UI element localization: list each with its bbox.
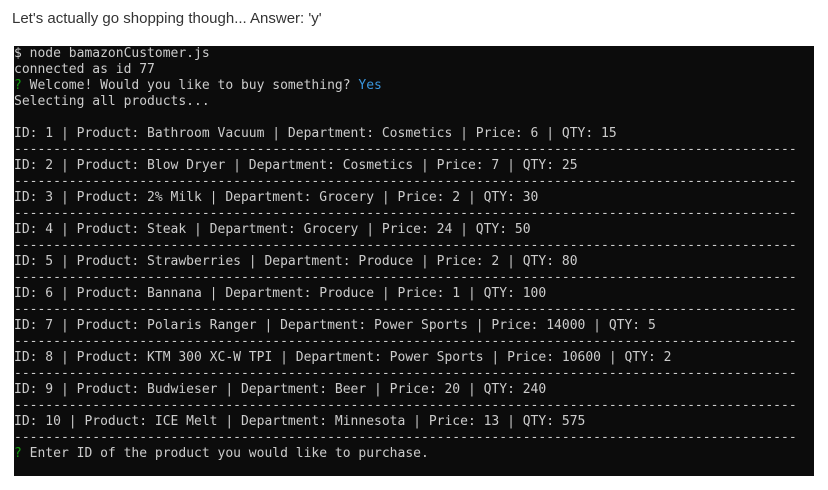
product-row: ID: 1 | Product: Bathroom Vacuum | Depar… <box>14 126 617 141</box>
product-row: ID: 2 | Product: Blow Dryer | Department… <box>14 158 578 173</box>
row-separator: ----------------------------------------… <box>14 398 797 413</box>
product-row: ID: 10 | Product: ICE Melt | Department:… <box>14 414 586 429</box>
welcome-question: Welcome! Would you like to buy something… <box>21 78 359 93</box>
row-separator: ----------------------------------------… <box>14 142 797 157</box>
row-separator: ----------------------------------------… <box>14 430 797 445</box>
product-row: ID: 8 | Product: KTM 300 XC-W TPI | Depa… <box>14 350 672 365</box>
product-row: ID: 9 | Product: Budwieser | Department:… <box>14 382 547 397</box>
prompt-marker-icon: ? <box>14 78 22 93</box>
purchase-prompt: ? Enter ID of the product you would like… <box>14 446 814 462</box>
product-row: ID: 3 | Product: 2% Milk | Department: G… <box>14 190 539 205</box>
welcome-answer: Yes <box>358 78 382 93</box>
row-separator: ----------------------------------------… <box>14 238 797 253</box>
product-row: ID: 4 | Product: Steak | Department: Gro… <box>14 222 531 237</box>
selecting-line: Selecting all products... <box>14 94 210 109</box>
prompt-marker-icon: ? <box>14 446 22 461</box>
product-list: ID: 1 | Product: Bathroom Vacuum | Depar… <box>14 126 814 446</box>
product-row: ID: 7 | Product: Polaris Ranger | Depart… <box>14 318 656 333</box>
row-separator: ----------------------------------------… <box>14 174 797 189</box>
row-separator: ----------------------------------------… <box>14 334 797 349</box>
purchase-prompt-text: Enter ID of the product you would like t… <box>21 446 429 461</box>
terminal-window[interactable]: $ node bamazonCustomer.js connected as i… <box>14 46 814 476</box>
product-row: ID: 5 | Product: Strawberries | Departme… <box>14 254 578 269</box>
row-separator: ----------------------------------------… <box>14 366 797 381</box>
product-row: ID: 6 | Product: Bannana | Department: P… <box>14 286 547 301</box>
welcome-prompt: ? Welcome! Would you like to buy somethi… <box>14 78 814 94</box>
row-separator: ----------------------------------------… <box>14 206 797 221</box>
caption-text: Let's actually go shopping though... Ans… <box>12 10 322 27</box>
row-separator: ----------------------------------------… <box>14 302 797 317</box>
connected-line: connected as id 77 <box>14 62 155 77</box>
command-line: $ node bamazonCustomer.js <box>14 46 210 61</box>
row-separator: ----------------------------------------… <box>14 270 797 285</box>
